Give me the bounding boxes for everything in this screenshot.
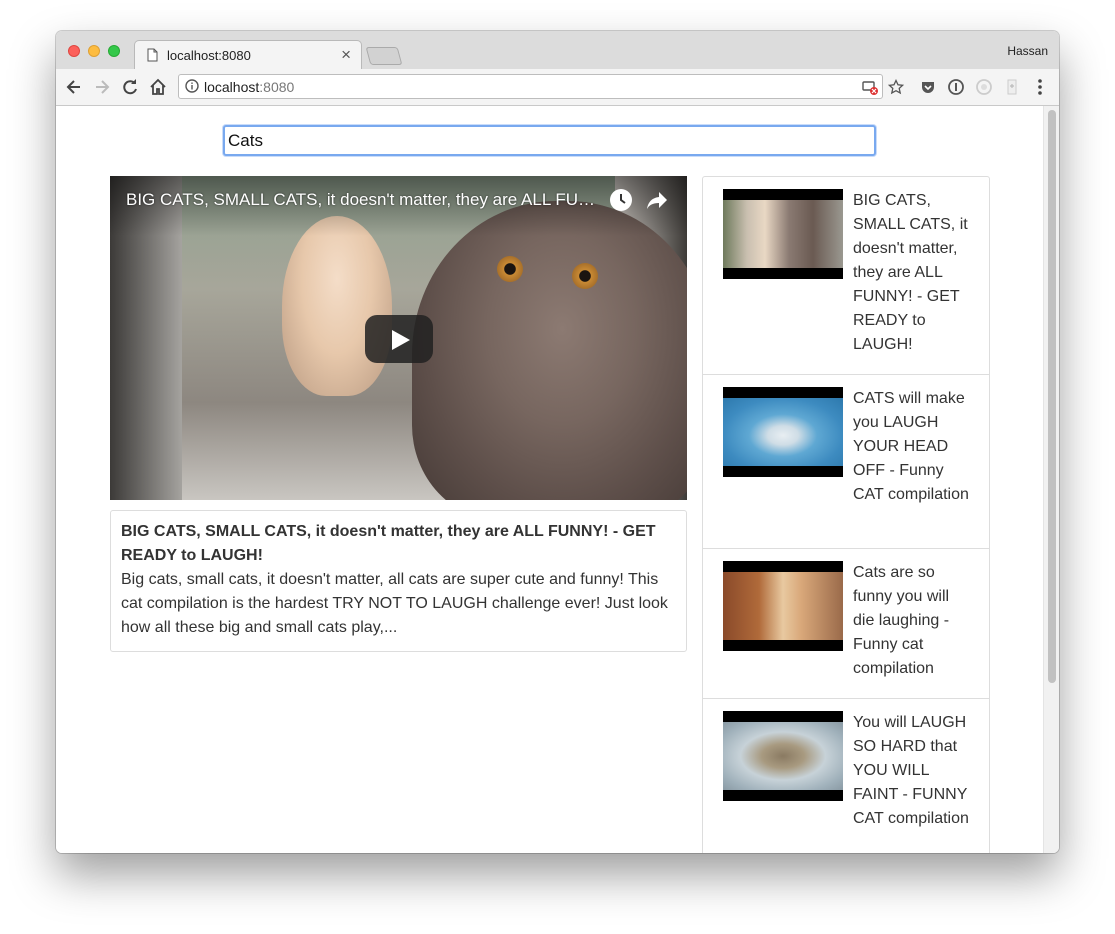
star-icon[interactable] xyxy=(888,79,904,95)
url-port: :8080 xyxy=(259,79,295,95)
reload-icon[interactable] xyxy=(120,77,140,97)
info-icon[interactable] xyxy=(185,79,199,93)
minimize-window-button[interactable] xyxy=(88,45,100,57)
list-item[interactable]: BIG CATS, SMALL CATS, it doesn't matter,… xyxy=(703,177,989,375)
address-bar[interactable]: localhost:8080 xyxy=(178,74,904,99)
video-details: BIG CATS, SMALL CATS, it doesn't matter,… xyxy=(110,510,687,652)
gray-cat-image xyxy=(412,201,687,500)
scrollbar-thumb[interactable] xyxy=(1048,110,1056,683)
thumbnail-image xyxy=(723,722,843,790)
list-item[interactable]: You will LAUGH SO HARD that YOU WILL FAI… xyxy=(703,699,989,853)
page-scrollbar[interactable] xyxy=(1043,106,1059,853)
list-item-title: CATS will make you LAUGH YOUR HEAD OFF -… xyxy=(853,390,969,503)
forward-arrow-icon[interactable] xyxy=(92,77,112,97)
profile-name[interactable]: Hassan xyxy=(1007,44,1048,58)
cat-eye-left xyxy=(497,256,523,282)
home-icon[interactable] xyxy=(148,77,168,97)
play-button[interactable] xyxy=(365,315,433,363)
password-manager-icon[interactable] xyxy=(946,77,966,97)
pocket-icon[interactable] xyxy=(918,77,938,97)
cat-eye-right xyxy=(572,263,598,289)
back-arrow-icon[interactable] xyxy=(64,77,84,97)
list-item[interactable]: Cats are so funny you will die laughing … xyxy=(703,549,989,699)
share-icon[interactable] xyxy=(645,188,669,212)
light-cat-image xyxy=(282,216,392,396)
tab-close-button[interactable]: × xyxy=(341,45,351,65)
video-player[interactable]: BIG CATS, SMALL CATS, it doesn't matter,… xyxy=(110,176,687,500)
url-host: localhost xyxy=(204,79,260,95)
video-list: BIG CATS, SMALL CATS, it doesn't matter,… xyxy=(702,176,990,853)
new-tab-button[interactable] xyxy=(365,47,403,65)
page-viewport: BIG CATS, SMALL CATS, it doesn't matter,… xyxy=(56,106,1043,853)
video-thumbnail[interactable] xyxy=(723,189,843,279)
tab-strip: localhost:8080 × Hassan xyxy=(56,31,1059,70)
page-icon xyxy=(147,48,158,62)
list-item-title: You will LAUGH SO HARD that YOU WILL FAI… xyxy=(853,714,969,827)
zoom-window-button[interactable] xyxy=(108,45,120,57)
list-item-title: BIG CATS, SMALL CATS, it doesn't matter,… xyxy=(853,192,968,353)
video-title-overlay[interactable]: BIG CATS, SMALL CATS, it doesn't matter,… xyxy=(126,190,604,210)
list-item-title: Cats are so funny you will die laughing … xyxy=(853,564,950,677)
extension-icon[interactable] xyxy=(974,77,994,97)
thumbnail-image xyxy=(723,398,843,466)
browser-window: localhost:8080 × Hassan localhost:8080 C… xyxy=(56,31,1059,853)
tab-title: localhost:8080 xyxy=(167,48,251,63)
kebab-menu-icon[interactable] xyxy=(1030,77,1050,97)
play-icon xyxy=(392,330,410,350)
video-details-title: BIG CATS, SMALL CATS, it doesn't matter,… xyxy=(121,523,656,564)
close-window-button[interactable] xyxy=(68,45,80,57)
thumbnail-image xyxy=(723,200,843,268)
extension-2-icon[interactable] xyxy=(1002,77,1022,97)
url-text[interactable]: localhost:8080 xyxy=(204,79,294,95)
browser-tab[interactable]: localhost:8080 × xyxy=(134,40,362,70)
video-thumbnail[interactable] xyxy=(723,711,843,801)
browser-toolbar: localhost:8080 xyxy=(56,69,1059,106)
list-item[interactable]: CATS will make you LAUGH YOUR HEAD OFF -… xyxy=(703,375,989,549)
thumbnail-image xyxy=(723,572,843,640)
video-details-description: Big cats, small cats, it doesn't matter,… xyxy=(121,571,668,636)
watch-later-icon[interactable] xyxy=(610,189,632,211)
video-thumbnail[interactable] xyxy=(723,561,843,651)
search-input[interactable] xyxy=(223,125,876,156)
blocked-content-icon[interactable] xyxy=(862,79,878,95)
video-thumbnail[interactable] xyxy=(723,387,843,477)
